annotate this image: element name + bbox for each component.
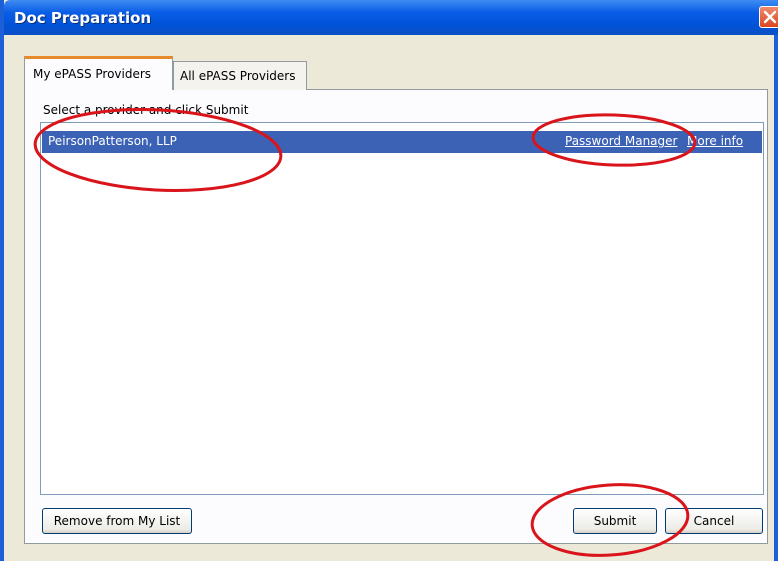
more-info-link[interactable]: More info	[687, 134, 743, 148]
tab-label: My ePASS Providers	[33, 67, 152, 81]
title-bar: Doc Preparation	[4, 0, 778, 35]
close-icon	[763, 10, 777, 24]
provider-list[interactable]: PeirsonPatterson, LLP Password Manager M…	[40, 122, 764, 495]
instruction-text: Select a provider and click Submit	[43, 103, 249, 117]
close-button[interactable]	[759, 6, 778, 28]
provider-name: PeirsonPatterson, LLP	[48, 134, 177, 148]
window-title: Doc Preparation	[14, 9, 152, 27]
tab-all-epass-providers[interactable]: All ePASS Providers	[173, 61, 307, 90]
remove-from-list-button[interactable]: Remove from My List	[42, 508, 192, 534]
submit-button[interactable]: Submit	[573, 508, 657, 534]
tab-label: All ePASS Providers	[180, 69, 296, 83]
tab-my-epass-providers[interactable]: My ePASS Providers	[24, 56, 173, 90]
password-manager-link[interactable]: Password Manager	[565, 134, 677, 148]
cancel-button[interactable]: Cancel	[665, 508, 763, 534]
provider-row[interactable]: PeirsonPatterson, LLP Password Manager M…	[42, 131, 762, 153]
